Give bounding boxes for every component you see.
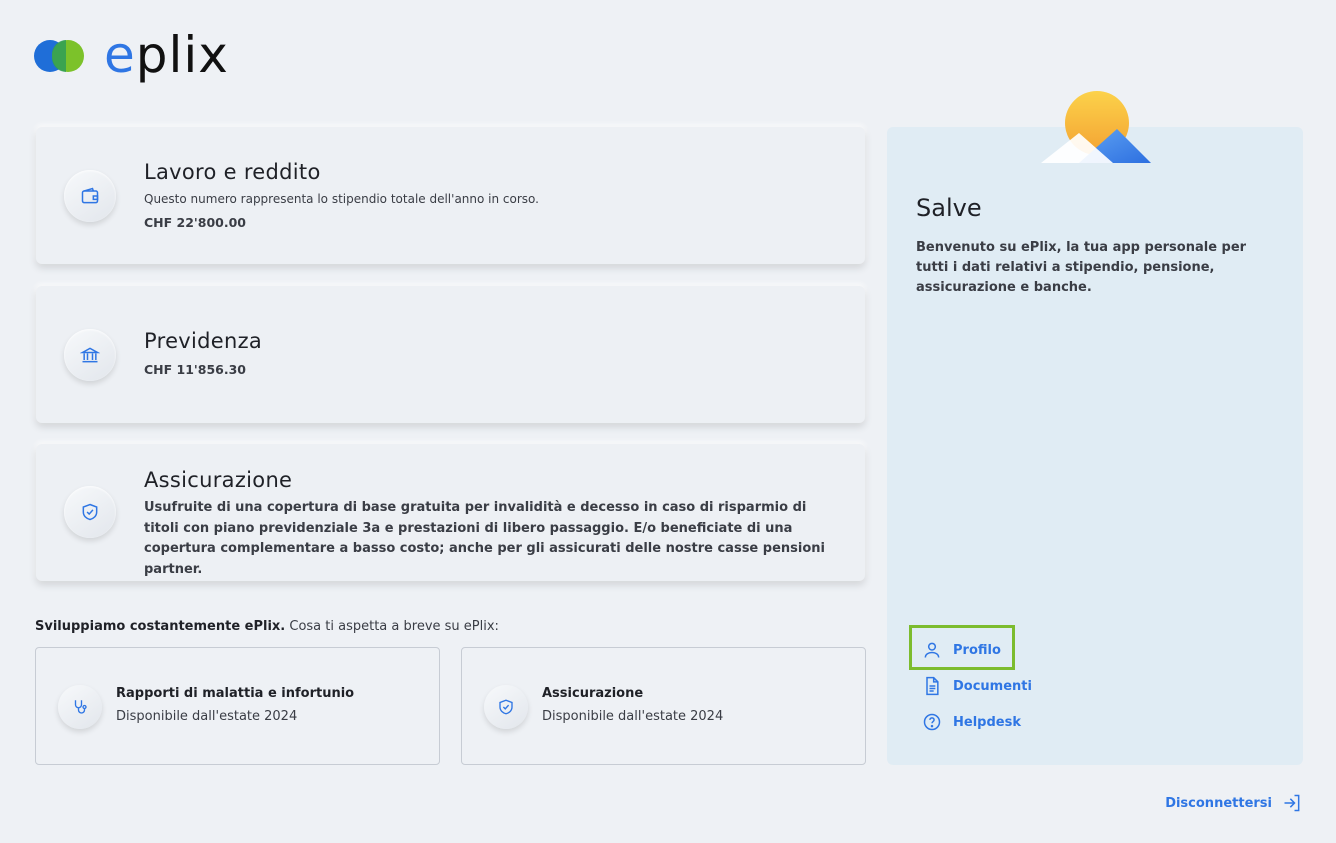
user-icon [924, 642, 940, 658]
logo-mark-icon [34, 36, 86, 74]
card-amount: CHF 22'800.00 [144, 215, 246, 230]
menu-label: Documenti [953, 678, 1032, 694]
shield-check-icon [484, 685, 528, 729]
upcoming-title: Assicurazione [542, 686, 644, 701]
card-title: Lavoro e reddito [144, 160, 321, 184]
panel-title: Salve [916, 194, 982, 222]
menu-label: Helpdesk [953, 714, 1021, 730]
upcoming-heading: Sviluppiamo costantemente ePlix. Cosa ti… [35, 619, 499, 634]
upcoming-title: Rapporti di malattia e infortunio [116, 686, 355, 701]
upcoming-card-assicurazione: Assicurazione Disponibile dall'estate 20… [461, 647, 866, 765]
bank-icon [64, 329, 116, 381]
upcoming-subtitle: Disponibile dall'estate 2024 [542, 709, 724, 724]
shield-check-icon [64, 486, 116, 538]
card-title: Assicurazione [144, 468, 293, 492]
card-subtitle: Questo numero rappresenta lo stipendio t… [144, 192, 539, 206]
menu-label: Profilo [953, 642, 1001, 658]
logo-text: eplix [104, 26, 229, 84]
panel-text: Benvenuto su ePlix, la tua app personale… [916, 240, 1247, 295]
sun-mountains-icon [1041, 91, 1151, 163]
card-lavoro-reddito[interactable]: Lavoro e reddito Questo numero rappresen… [36, 127, 865, 264]
wallet-icon [64, 170, 116, 222]
logout-icon [1284, 794, 1300, 812]
upcoming-subtitle: Disponibile dall'estate 2024 [116, 709, 298, 724]
card-assicurazione[interactable]: Assicurazione Usufruite di una copertura… [36, 444, 865, 581]
eplix-logo[interactable]: eplix [34, 30, 229, 80]
menu-item-documenti[interactable]: Documenti [922, 676, 1032, 696]
card-previdenza[interactable]: Previdenza CHF 11'856.30 [36, 286, 865, 423]
menu-item-profilo[interactable]: Profilo [922, 640, 1001, 660]
logout-label: Disconnettersi [1165, 795, 1272, 811]
document-icon [926, 676, 939, 696]
help-icon [923, 713, 941, 731]
menu-item-helpdesk[interactable]: Helpdesk [922, 712, 1021, 732]
card-amount: CHF 11'856.30 [144, 362, 246, 377]
card-description: Usufruite di una copertura di base gratu… [144, 500, 825, 577]
logout-link[interactable]: Disconnettersi [1165, 793, 1302, 813]
stethoscope-icon [58, 685, 102, 729]
card-title: Previdenza [144, 329, 263, 353]
upcoming-card-malattia: Rapporti di malattia e infortunio Dispon… [35, 647, 440, 765]
